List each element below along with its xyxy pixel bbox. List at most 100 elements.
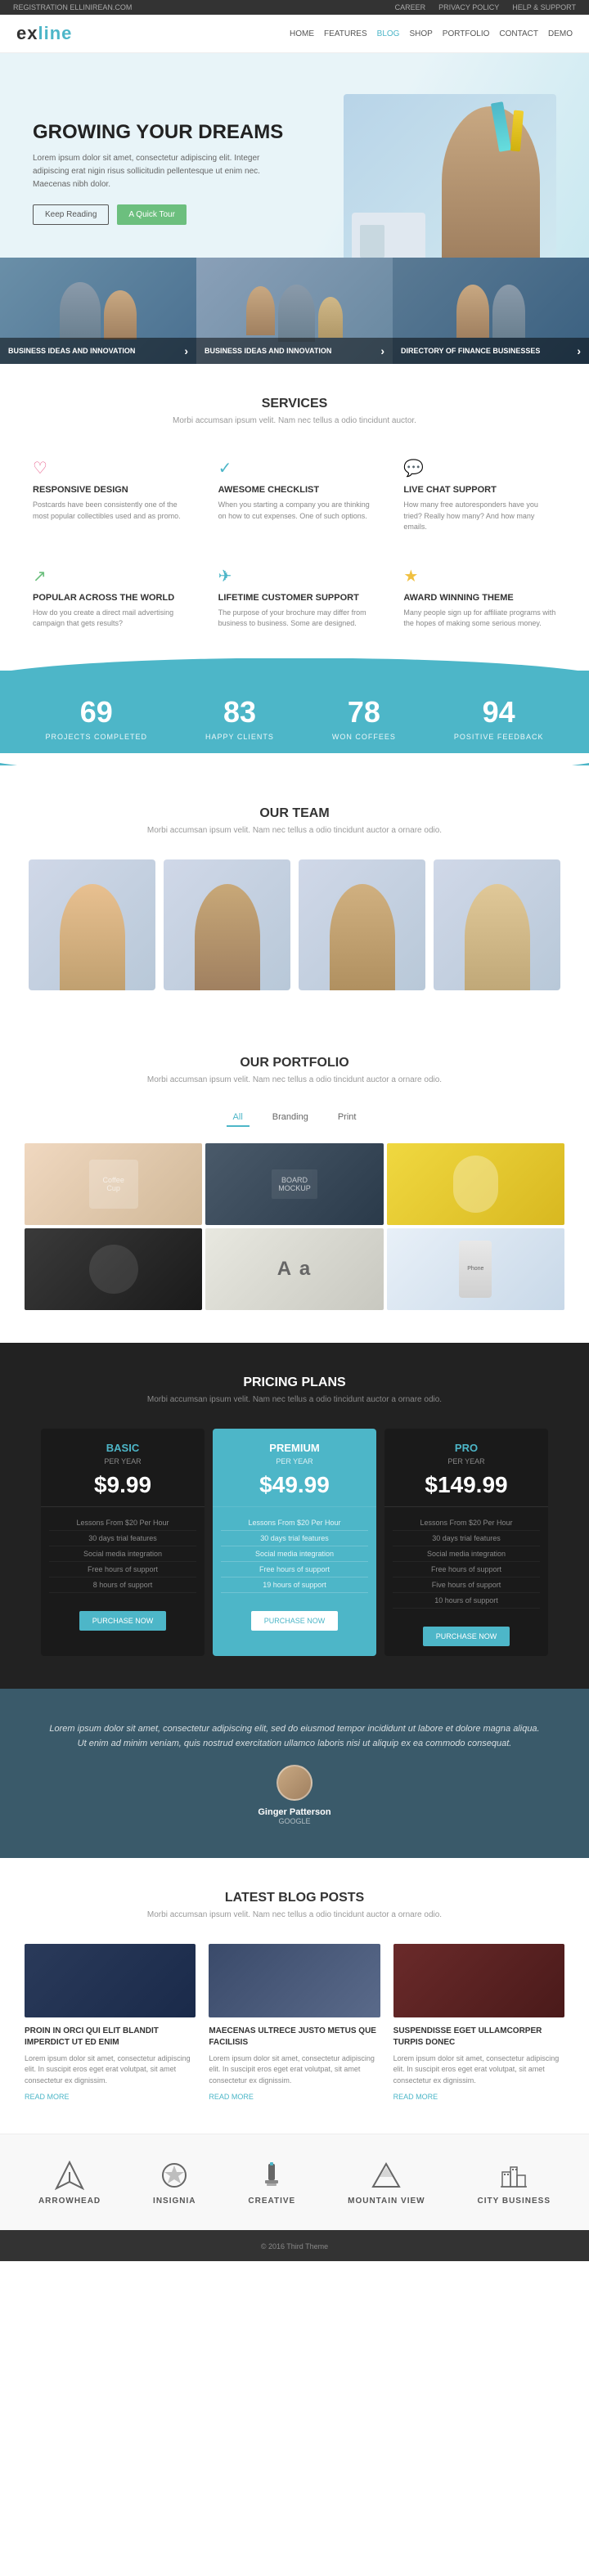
filter-branding[interactable]: Branding (266, 1109, 315, 1127)
nav-blog[interactable]: BLOG (377, 29, 400, 38)
premium-purchase-button[interactable]: PURCHASE NOW (251, 1611, 339, 1631)
footer-logo-arrowhead: ARROWhEAd (38, 2159, 101, 2206)
stat-feedback-label: POSITIVE FEEDBACK (454, 733, 544, 741)
nav-shop[interactable]: SHOP (409, 29, 432, 38)
keep-reading-button[interactable]: Keep Reading (33, 204, 109, 225)
team-member-4-avatar (465, 884, 530, 990)
pro-purchase-button[interactable]: PURCHASE NOW (423, 1627, 510, 1646)
hero-image (344, 94, 556, 258)
service-popular-title: POPULAR ACROSS THE WORLD (33, 593, 186, 603)
basic-purchase-button[interactable]: PURCHASE NOW (79, 1611, 167, 1631)
footer-logo-creative: CREATIVE (248, 2159, 295, 2206)
stats-section: 69 PROJECTS COMPLETED 83 HAPPY CLIENTS 7… (0, 671, 589, 765)
basic-f0: Lessons From $20 Per Hour (49, 1515, 196, 1531)
feat-card-1[interactable]: BUSINESS IDEAS AND INNOVATION › (0, 258, 196, 364)
footer-copyright: © 2016 Third Theme (261, 2242, 328, 2251)
service-popular-text: How do you create a direct mail advertis… (33, 608, 186, 630)
basic-f2: Social media integration (49, 1546, 196, 1562)
feat-card-2-arrow: › (380, 344, 384, 357)
pricing-title: PRICING PLANS (16, 1376, 573, 1390)
topbar-help[interactable]: HELP & SUPPORT (512, 3, 576, 11)
checklist-icon: ✓ (218, 458, 371, 478)
team-subtitle: Morbi accumsan ipsum velit. Nam nec tell… (25, 826, 564, 835)
filter-all[interactable]: All (227, 1109, 250, 1127)
services-subtitle: Morbi accumsan ipsum velit. Nam nec tell… (25, 416, 564, 425)
blog-post-3-read-more[interactable]: READ MORE (393, 2093, 564, 2101)
blog-post-3: SUSPENDISSE EGET ULLAMCORPER TURPIS DONE… (393, 1944, 564, 2102)
blog-post-2-text: Lorem ipsum dolor sit amet, consectetur … (209, 2053, 380, 2087)
stat-feedback-number: 94 (454, 695, 544, 729)
feat-card-1-arrow: › (184, 344, 188, 357)
blog-post-2: MAECENAS ULTRECE JUSTO METUS QUE FACILIS… (209, 1944, 380, 2102)
blog-post-1: PROIN IN ORCI QUI ELIT BLANDIT IMPERDICT… (25, 1944, 196, 2102)
testimonial-text: Lorem ipsum dolor sit amet, consectetur … (49, 1721, 540, 1752)
quick-tour-button[interactable]: A Quick Tour (117, 204, 187, 225)
pro-tier: PRO (393, 1442, 540, 1454)
logo[interactable]: exline (16, 23, 72, 44)
premium-f4: 19 hours of support (221, 1577, 368, 1593)
service-checklist-text: When you starting a company you are thin… (218, 500, 371, 522)
portfolio-item-2[interactable]: BOARDMOCKUP (205, 1143, 383, 1225)
pro-f5: 10 hours of support (393, 1593, 540, 1609)
nav-features[interactable]: FEATURES (324, 29, 367, 38)
feat-card-2[interactable]: BUSINESS IDEAS AND INNOVATION › (196, 258, 393, 364)
team-title: OUR TEAM (25, 806, 564, 821)
featured-cards: BUSINESS IDEAS AND INNOVATION › BUSINESS… (0, 258, 589, 364)
team-member-4 (434, 859, 560, 990)
portfolio-item-5[interactable]: A a (205, 1228, 383, 1310)
premium-f3: Free hours of support (221, 1562, 368, 1577)
premium-f2: Social media integration (221, 1546, 368, 1562)
team-grid (25, 859, 564, 990)
testimonial-section: Lorem ipsum dolor sit amet, consectetur … (0, 1689, 589, 1858)
basic-f1: 30 days trial features (49, 1531, 196, 1546)
portfolio-item-4[interactable] (25, 1228, 202, 1310)
nav-links: HOME FEATURES BLOG SHOP PORTFOLIO CONTAC… (290, 29, 573, 38)
portfolio-item-6[interactable]: Phone (387, 1228, 564, 1310)
service-lifetime-text: The purpose of your brochure may differ … (218, 608, 371, 630)
nav-home[interactable]: HOME (290, 29, 314, 38)
hero-description: Lorem ipsum dolor sit amet, consectetur … (33, 152, 262, 191)
topbar-left: REGISTRATION ELLINIREAN.COM (13, 3, 132, 11)
stat-projects-label: PROJECTS COMPLETED (46, 733, 148, 741)
city-name: CITY BUSINESS (477, 2197, 551, 2206)
stat-clients-label: HAPPY CLIENTS (205, 733, 274, 741)
pricing-grid: BASIC PER YEAR $9.99 Lessons From $20 Pe… (16, 1429, 573, 1656)
mountain-icon (370, 2159, 402, 2192)
portfolio-item-3[interactable] (387, 1143, 564, 1225)
topbar-career[interactable]: CAREER (395, 3, 426, 11)
blog-post-2-read-more[interactable]: READ MORE (209, 2093, 380, 2101)
service-chat: 💬 LIVE CHAT SUPPORT How many free autore… (395, 450, 564, 541)
pricing-premium: PREMIUM PER YEAR $49.99 Lessons From $20… (213, 1429, 376, 1656)
service-lifetime-title: LIFETIME CUSTOMER SUPPORT (218, 593, 371, 603)
pricing-subtitle: Morbi accumsan ipsum velit. Nam nec tell… (16, 1395, 573, 1404)
blog-post-3-title: SUSPENDISSE EGET ULLAMCORPER TURPIS DONE… (393, 2026, 564, 2049)
service-award-title: AWARD WINNING THEME (403, 593, 556, 603)
pricing-pro: PRO PER YEAR $149.99 Lessons From $20 Pe… (384, 1429, 548, 1656)
nav-demo[interactable]: DEMO (548, 29, 573, 38)
stat-coffees-number: 78 (332, 695, 396, 729)
pro-f4: Five hours of support (393, 1577, 540, 1593)
topbar-privacy[interactable]: PRIVACY POLICY (438, 3, 499, 11)
popular-icon: ↗ (33, 566, 186, 586)
blog-post-1-read-more[interactable]: READ MORE (25, 2093, 196, 2101)
nav-portfolio[interactable]: PORTFOLIO (443, 29, 490, 38)
team-member-2-avatar (195, 884, 260, 990)
nav-contact[interactable]: CONTACT (499, 29, 538, 38)
footer-logo-mountain: Mountain View (348, 2159, 425, 2206)
pricing-basic: BASIC PER YEAR $9.99 Lessons From $20 Pe… (41, 1429, 205, 1656)
filter-print[interactable]: Print (331, 1109, 363, 1127)
stat-feedback: 94 POSITIVE FEEDBACK (454, 695, 544, 741)
pro-f0: Lessons From $20 Per Hour (393, 1515, 540, 1531)
portfolio-section: OUR PORTFOLIO Morbi accumsan ipsum velit… (0, 1023, 589, 1343)
team-section: OUR TEAM Morbi accumsan ipsum velit. Nam… (0, 765, 589, 1023)
blog-post-1-text: Lorem ipsum dolor sit amet, consectetur … (25, 2053, 196, 2087)
blog-subtitle: Morbi accumsan ipsum velit. Nam nec tell… (25, 1910, 564, 1919)
basic-tier: BASIC (49, 1442, 196, 1454)
feat-card-3[interactable]: DIRECTORY OF FINANCE BUSINESSES › (393, 258, 589, 364)
blog-post-2-title: MAECENAS ULTRECE JUSTO METUS QUE FACILIS… (209, 2026, 380, 2049)
top-bar: REGISTRATION ELLINIREAN.COM CAREER PRIVA… (0, 0, 589, 15)
award-icon: ★ (403, 566, 556, 586)
portfolio-item-1[interactable]: CoffeeCup (25, 1143, 202, 1225)
footer-logos: ARROWhEAd INSIGNIA CREATIVE (0, 2134, 589, 2230)
service-responsive-text: Postcards have been consistently one of … (33, 500, 186, 522)
